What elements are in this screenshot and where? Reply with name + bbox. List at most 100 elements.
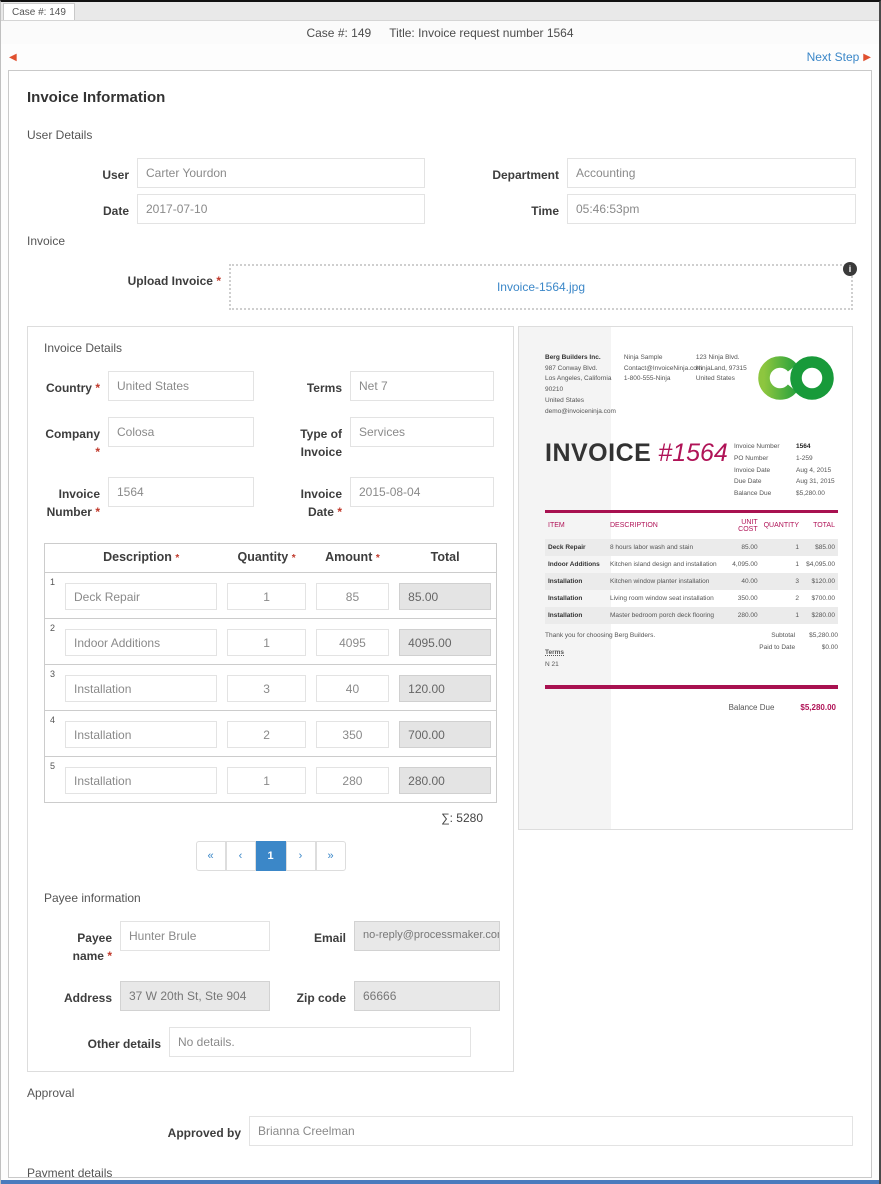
invoice-number-field[interactable]: 1564: [108, 477, 254, 507]
quantity-field[interactable]: 1: [227, 583, 305, 610]
date-field[interactable]: 2017-07-10: [137, 194, 425, 224]
previous-step-icon[interactable]: ◀: [9, 52, 17, 63]
other-details-field[interactable]: No details.: [169, 1027, 471, 1057]
col-quantity: Quantity *: [222, 544, 310, 573]
description-field[interactable]: Indoor Additions: [65, 629, 217, 656]
required-asterisk: *: [216, 274, 221, 288]
line-items-header-row: Description * Quantity * Amount * Total: [45, 544, 497, 573]
approval-row: Approved by Brianna Creelman: [27, 1116, 853, 1146]
info-icon[interactable]: i: [843, 262, 857, 276]
preview-item-row: Indoor AdditionsKitchen island design an…: [545, 556, 838, 573]
department-label: Department: [425, 158, 567, 188]
table-row: 2 Indoor Additions 1 4095 4095.00: [45, 619, 497, 665]
company-field[interactable]: Colosa: [108, 417, 254, 447]
quantity-field[interactable]: 2: [227, 721, 305, 748]
preview-invoice-title: INVOICE: [545, 439, 651, 468]
preview-footer: Thank you for choosing Berg Builders. Te…: [545, 630, 838, 671]
quantity-field[interactable]: 1: [227, 767, 305, 794]
department-field[interactable]: Accounting: [567, 158, 856, 188]
col-amount: Amount *: [311, 544, 394, 573]
email-label: Email: [270, 921, 354, 965]
type-of-invoice-field[interactable]: Services: [350, 417, 494, 447]
amount-field[interactable]: 40: [316, 675, 389, 702]
case-header: Case #: 149 Title: Invoice request numbe…: [1, 21, 879, 44]
time-field[interactable]: 05:46:53pm: [567, 194, 856, 224]
section-user-details: User Details: [27, 128, 853, 142]
next-step-icon: ▶: [863, 52, 871, 63]
table-row: 4 Installation 2 350 700.00: [45, 711, 497, 757]
date-label: Date: [27, 194, 137, 224]
invoice-ninja-logo-icon: [756, 355, 838, 417]
preview-item-row: Deck Repair8 hours labor wash and stain …: [545, 539, 838, 556]
case-number-label: Case #: 149: [306, 26, 371, 40]
approved-by-label: Approved by: [27, 1116, 249, 1146]
section-payment-details: Payment details: [27, 1166, 853, 1178]
quantity-field[interactable]: 1: [227, 629, 305, 656]
preview-contact-block: Ninja Sample Contact@InvoiceNinja.com 1-…: [624, 353, 696, 417]
amount-field[interactable]: 350: [316, 721, 389, 748]
next-step-link[interactable]: Next Step: [807, 50, 860, 64]
pagination-last-button[interactable]: »: [316, 841, 346, 871]
upload-row: Upload Invoice * Invoice-1564.jpg i: [27, 264, 853, 310]
payee-grid: Payee name * Hunter Brule Email no-reply…: [44, 921, 497, 1027]
pagination-first-button[interactable]: «: [196, 841, 226, 871]
total-field: 4095.00: [399, 629, 491, 656]
details-and-preview: Invoice Details Country * United States …: [27, 326, 853, 1072]
description-field[interactable]: Installation: [65, 721, 217, 748]
terms-field[interactable]: Net 7: [350, 371, 494, 401]
approved-by-field[interactable]: Brianna Creelman: [249, 1116, 853, 1146]
preview-item-row: InstallationLiving room window seat inst…: [545, 590, 838, 607]
amount-field[interactable]: 85: [316, 583, 389, 610]
total-field: 280.00: [399, 767, 491, 794]
zip-code-label: Zip code: [270, 981, 354, 1011]
amount-field[interactable]: 4095: [316, 629, 389, 656]
quantity-field[interactable]: 3: [227, 675, 305, 702]
col-description: Description *: [60, 544, 222, 573]
terms-label: Terms: [254, 371, 350, 401]
preview-company-block: Berg Builders Inc. 987 Conway Blvd. Los …: [545, 353, 624, 417]
country-label: Country *: [44, 371, 108, 401]
section-invoice-details: Invoice Details: [44, 341, 497, 355]
preview-invoice-number: #1564: [658, 439, 728, 468]
pagination-next-button[interactable]: ›: [286, 841, 316, 871]
upload-dropzone[interactable]: Invoice-1564.jpg i: [229, 264, 853, 310]
amount-field[interactable]: 280: [316, 767, 389, 794]
user-details-grid-row2: Date 2017-07-10 Time 05:46:53pm: [27, 194, 853, 224]
invoice-date-field[interactable]: 2015-08-04: [350, 477, 494, 507]
table-row: 1 Deck Repair 1 85 85.00: [45, 573, 497, 619]
pagination: « ‹ 1 › »: [44, 841, 497, 871]
description-field[interactable]: Deck Repair: [65, 583, 217, 610]
step-nav: ◀ Next Step ▶: [1, 44, 879, 70]
page-title: Invoice Information: [27, 89, 853, 106]
invoice-date-label: Invoice Date *: [254, 477, 350, 521]
payee-name-field[interactable]: Hunter Brule: [120, 921, 270, 951]
description-field[interactable]: Installation: [65, 767, 217, 794]
case-title-label: Title: Invoice request number 1564: [389, 26, 573, 40]
email-field: no-reply@processmaker.com: [354, 921, 500, 951]
table-row: 3 Installation 3 40 120.00: [45, 665, 497, 711]
line-items-table: Description * Quantity * Amount * Total …: [44, 543, 497, 803]
preview-header: Berg Builders Inc. 987 Conway Blvd. Los …: [545, 353, 838, 417]
zip-code-field: 66666: [354, 981, 500, 1011]
company-label: Company *: [44, 417, 108, 461]
invoice-details-grid: Country * United States Terms Net 7 Comp…: [44, 371, 497, 537]
time-label: Time: [425, 194, 567, 224]
user-field[interactable]: Carter Yourdon: [137, 158, 425, 188]
preview-items-table: ITEM DESCRIPTION UNIT COST QUANTITY TOTA…: [545, 513, 838, 624]
section-invoice: Invoice: [27, 234, 853, 248]
user-label: User: [27, 158, 137, 188]
uploaded-file-link[interactable]: Invoice-1564.jpg: [497, 280, 585, 294]
invoice-details-panel: Invoice Details Country * United States …: [27, 326, 514, 1072]
tab-case-149[interactable]: Case #: 149: [3, 3, 75, 20]
preview-item-row: InstallationMaster bedroom porch deck fl…: [545, 607, 838, 624]
pagination-page-1-button[interactable]: 1: [256, 841, 286, 871]
payee-name-label: Payee name *: [44, 921, 120, 965]
section-payee-information: Payee information: [44, 891, 497, 905]
address-label: Address: [44, 981, 120, 1011]
preview-divider-bottom: [545, 685, 838, 689]
country-field[interactable]: United States: [108, 371, 254, 401]
upload-invoice-label: Upload Invoice *: [27, 264, 229, 310]
description-field[interactable]: Installation: [65, 675, 217, 702]
pagination-prev-button[interactable]: ‹: [226, 841, 256, 871]
tab-strip: Case #: 149: [1, 2, 879, 21]
